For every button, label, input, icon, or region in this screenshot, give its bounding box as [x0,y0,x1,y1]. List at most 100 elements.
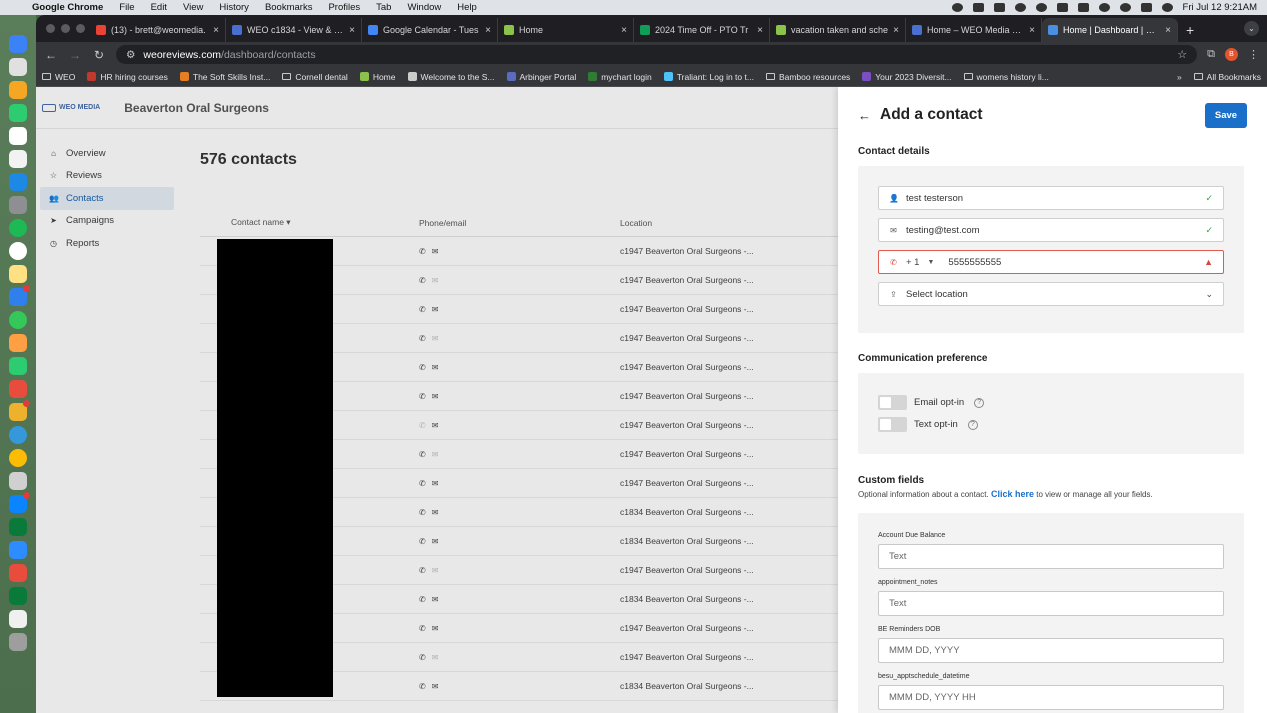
facetime-icon[interactable] [9,104,27,122]
browser-tab[interactable]: Home – WEO Media – Z × [906,18,1042,42]
menu-history[interactable]: History [211,2,257,13]
clock-icon[interactable] [9,242,27,260]
siri-icon[interactable] [1161,3,1173,12]
all-bookmarks-button[interactable]: All Bookmarks [1193,72,1261,82]
address-bar[interactable]: ⚙ weoreviews.com/dashboard/contacts ☆ [116,45,1198,64]
bookmarks-overflow-icon[interactable]: » [1177,72,1182,82]
launchpad-icon[interactable] [9,58,27,76]
menu-file[interactable]: File [111,2,142,13]
modal-backdrop[interactable] [36,87,838,713]
phone-field[interactable]: ✆ + 1 ▼ 5555555555 ▲ [878,250,1224,274]
menubar-clock[interactable]: Fri Jul 12 9:21AM [1183,2,1257,13]
office-icon[interactable] [9,380,27,398]
calendar-icon[interactable] [9,127,27,145]
finder-icon[interactable] [9,35,27,53]
custom-field-input[interactable]: Text [878,544,1224,569]
close-window-button[interactable] [46,24,55,33]
text-optin-toggle[interactable] [878,417,907,432]
help-icon[interactable]: ? [967,419,978,430]
back-icon[interactable]: ← [44,48,58,62]
bookmark-item[interactable]: HR hiring courses [87,72,168,82]
wifi-icon[interactable] [1098,3,1110,12]
forward-icon[interactable]: → [68,48,82,62]
trash-icon[interactable] [9,633,27,651]
settings-icon[interactable] [9,196,27,214]
email-optin-toggle[interactable] [878,395,907,410]
app-icon[interactable] [9,518,27,536]
status-app-icon[interactable] [972,3,984,12]
bookmark-item[interactable]: Arbinger Portal [506,72,576,82]
photos-icon[interactable] [9,81,27,99]
browser-tab[interactable]: vacation taken and sche × [770,18,906,42]
calculator-icon[interactable] [9,472,27,490]
browser-tab[interactable]: Google Calendar - Tues × [362,18,498,42]
tab-close-icon[interactable]: × [757,25,763,36]
back-arrow-icon[interactable]: ← [858,108,880,123]
name-field[interactable]: 👤 test testerson ✓ [878,186,1224,210]
status-app-icon[interactable] [1014,3,1026,12]
browser-tab[interactable]: Home | Dashboard | Bus × [1042,18,1178,42]
reminders-icon[interactable] [9,150,27,168]
zoom-icon[interactable] [9,541,27,559]
tab-search-chevron-icon[interactable]: ⌄ [1244,21,1259,36]
pages-icon[interactable] [9,334,27,352]
menu-help[interactable]: Help [449,2,485,13]
profile-avatar[interactable]: B [1225,48,1238,61]
safari-icon[interactable] [9,426,27,444]
site-info-icon[interactable]: ⚙ [126,49,135,61]
bookmark-item[interactable]: womens history li... [963,72,1049,82]
status-app-icon[interactable] [951,3,963,12]
slack-icon[interactable] [9,400,30,421]
app-store-icon[interactable] [9,173,27,191]
spotify-icon[interactable] [9,219,27,237]
custom-field-input[interactable]: MMM DD, YYYY HH [878,685,1224,710]
menu-edit[interactable]: Edit [143,2,175,13]
bookmark-item[interactable]: WEO [42,72,75,82]
menu-view[interactable]: View [175,2,211,13]
bookmark-item[interactable]: Traliant: Log in to t... [663,72,754,82]
location-select[interactable]: ⇪ Select location ⌄ [878,282,1224,306]
menu-bookmarks[interactable]: Bookmarks [257,2,321,13]
keyboard-icon[interactable] [993,3,1005,12]
tab-close-icon[interactable]: × [349,25,355,36]
bookmark-item[interactable]: mychart login [588,72,652,82]
chrome-icon[interactable] [9,449,27,467]
menu-app-name[interactable]: Google Chrome [24,2,111,13]
manage-fields-link[interactable]: Click here [991,489,1034,499]
menu-tab[interactable]: Tab [368,2,399,13]
chrome-menu-icon[interactable]: ⋮ [1248,48,1259,61]
caret-down-icon[interactable]: ▼ [927,259,934,266]
tab-close-icon[interactable]: × [485,25,491,36]
browser-tab[interactable]: WEO c1834 - View & Ed × [226,18,362,42]
office-icon[interactable] [9,564,27,582]
notes-icon[interactable] [9,265,27,283]
browser-tab[interactable]: (13) - brett@weomedia. × [90,18,226,42]
extensions-icon[interactable]: ⧉ [1207,48,1215,61]
bookmark-item[interactable]: Cornell dental [282,72,348,82]
app-icon[interactable] [9,587,27,605]
tab-close-icon[interactable]: × [621,25,627,36]
menu-window[interactable]: Window [399,2,449,13]
minimize-window-button[interactable] [61,24,70,33]
document-icon[interactable] [9,610,27,628]
browser-tab[interactable]: Home × [498,18,634,42]
menu-profiles[interactable]: Profiles [320,2,368,13]
tab-close-icon[interactable]: × [893,25,899,36]
control-center-icon[interactable] [1140,3,1152,12]
country-code-select[interactable]: + 1 [906,257,919,268]
play-icon[interactable] [1035,3,1047,12]
bookmark-item[interactable]: Your 2023 Diversit... [862,72,952,82]
search-icon[interactable] [1119,3,1131,12]
email-field[interactable]: ✉ testing@test.com ✓ [878,218,1224,242]
custom-field-input[interactable]: MMM DD, YYYY [878,638,1224,663]
bookmark-item[interactable]: Home [359,72,396,82]
tab-close-icon[interactable]: × [213,25,219,36]
teams-icon[interactable] [9,492,30,513]
reload-icon[interactable]: ↻ [92,48,106,62]
bluetooth-icon[interactable] [1056,3,1068,12]
bookmark-item[interactable]: Bamboo resources [765,72,850,82]
tab-close-icon[interactable]: × [1029,25,1035,36]
help-icon[interactable]: ? [974,397,985,408]
zoom-window-button[interactable] [76,24,85,33]
tab-close-icon[interactable]: × [1165,25,1171,36]
